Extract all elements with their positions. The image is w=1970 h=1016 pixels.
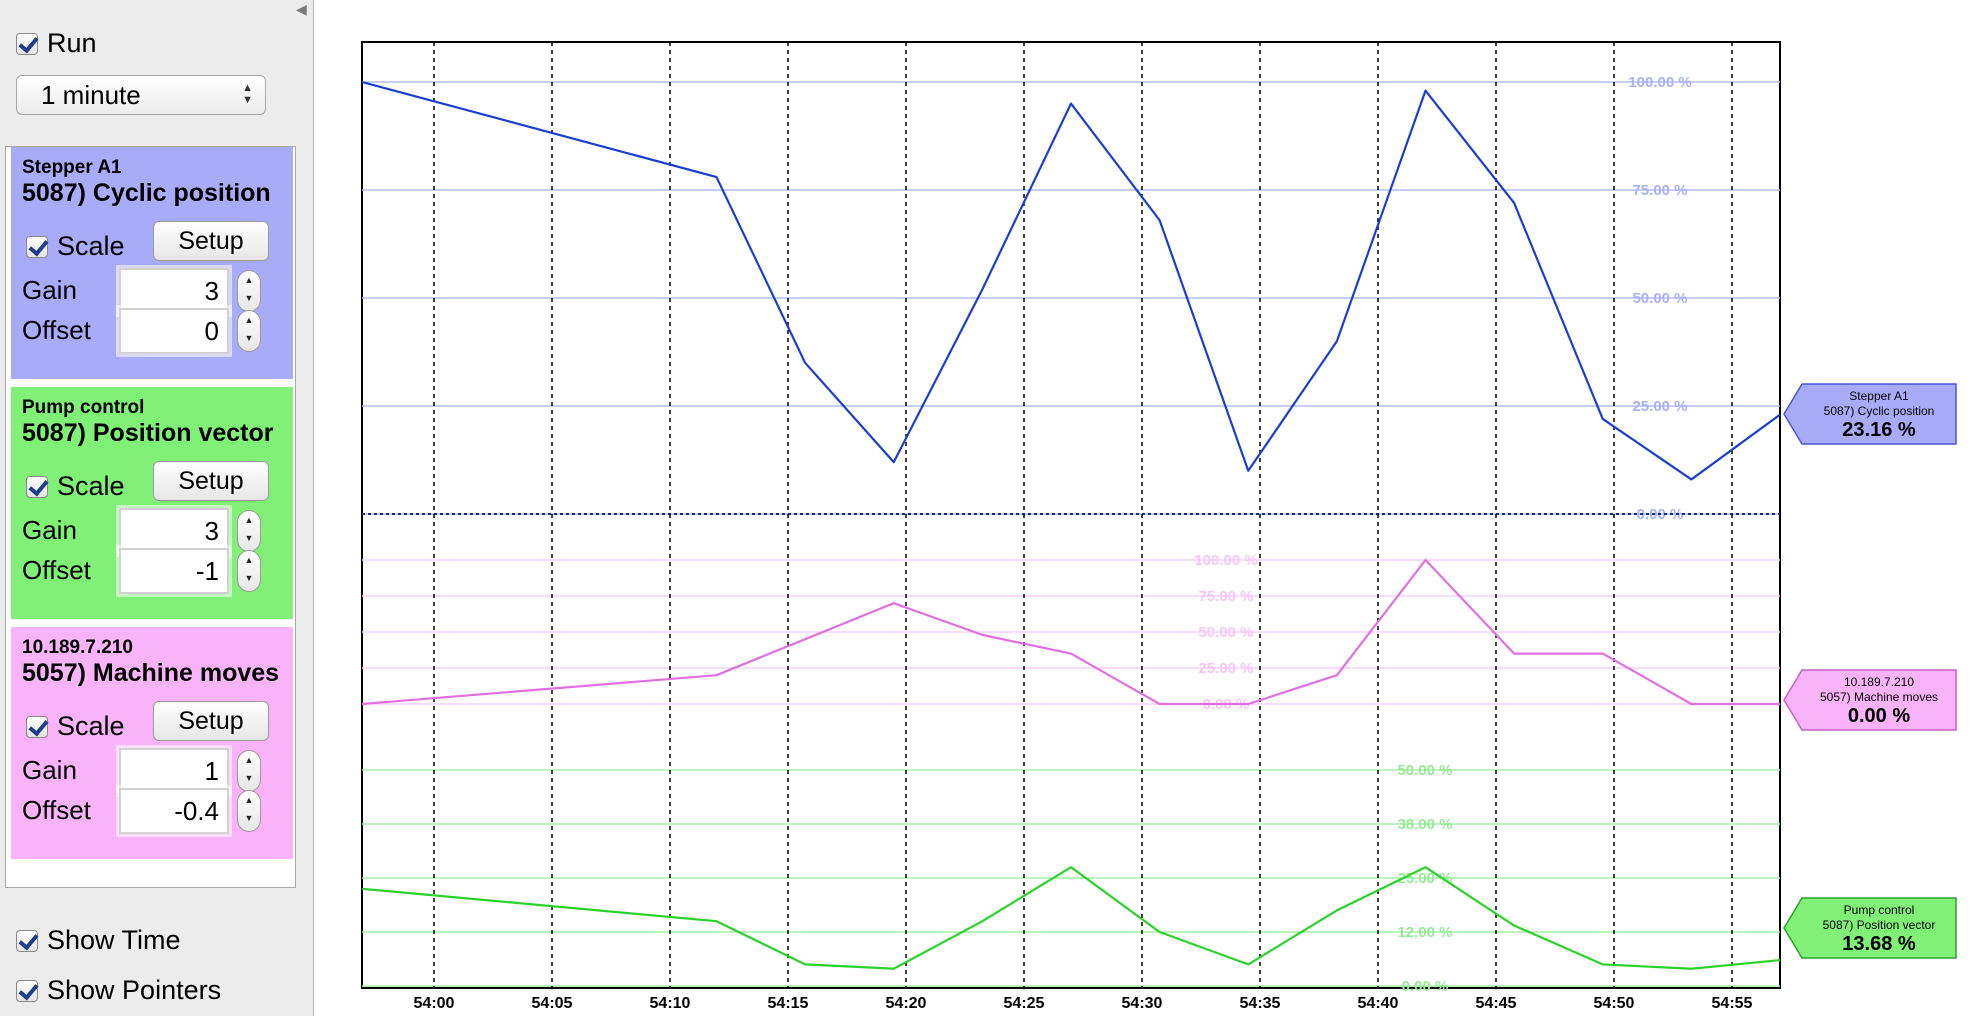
time-tick-label: 54:45: [1476, 995, 1517, 1012]
time-tick-label: 54:50: [1594, 995, 1635, 1012]
time-tick-label: 54:10: [650, 995, 691, 1012]
green-axis-label: 38.00 %: [1397, 816, 1452, 833]
green-axis-label: 12.00 %: [1397, 924, 1452, 941]
time-tick-label: 54:40: [1358, 995, 1399, 1012]
blue-axis-label: 50.00 %: [1632, 290, 1687, 307]
green-axis-label: 50.00 %: [1397, 762, 1452, 779]
pointer-variable-label: 5057) Machine moves: [1820, 690, 1938, 704]
time-tick-label: 54:35: [1240, 995, 1281, 1012]
pointer-readout: 23.16 %: [1842, 419, 1916, 441]
pointer-variable-label: 5087) Position vector: [1823, 918, 1936, 932]
pink-axis-label: 25.00 %: [1198, 660, 1253, 677]
time-tick-label: 54:55: [1712, 995, 1753, 1012]
pointer-readout: 0.00 %: [1848, 705, 1910, 727]
pointer-variable-label: 5087) Cyclic position: [1824, 404, 1935, 418]
time-tick-label: 54:25: [1004, 995, 1045, 1012]
time-tick-label: 54:15: [768, 995, 809, 1012]
pointer-device-label: Pump control: [1844, 903, 1915, 917]
pointer-device-label: 10.189.7.210: [1844, 675, 1914, 689]
pink-axis-label: 100.00 %: [1194, 552, 1257, 569]
pink-axis-label: 50.00 %: [1198, 624, 1253, 641]
pointer-device-label: Stepper A1: [1849, 389, 1909, 403]
time-tick-label: 54:20: [886, 995, 927, 1012]
pink-axis-label: 75.00 %: [1198, 588, 1253, 605]
blue-axis-label: 25.00 %: [1632, 398, 1687, 415]
time-tick-label: 54:05: [532, 995, 573, 1012]
time-tick-label: 54:30: [1122, 995, 1163, 1012]
green-axis-label: 0.00 %: [1402, 978, 1449, 995]
pointer-readout: 13.68 %: [1842, 933, 1916, 955]
blue-axis-label: 75.00 %: [1632, 182, 1687, 199]
blue-axis-label: 100.00 %: [1628, 74, 1691, 91]
time-tick-label: 54:00: [414, 995, 455, 1012]
chart-area: 100.00 % 75.00 % 50.00 % 25.00 % 0.00 % 100.0…: [361, 41, 1957, 1012]
